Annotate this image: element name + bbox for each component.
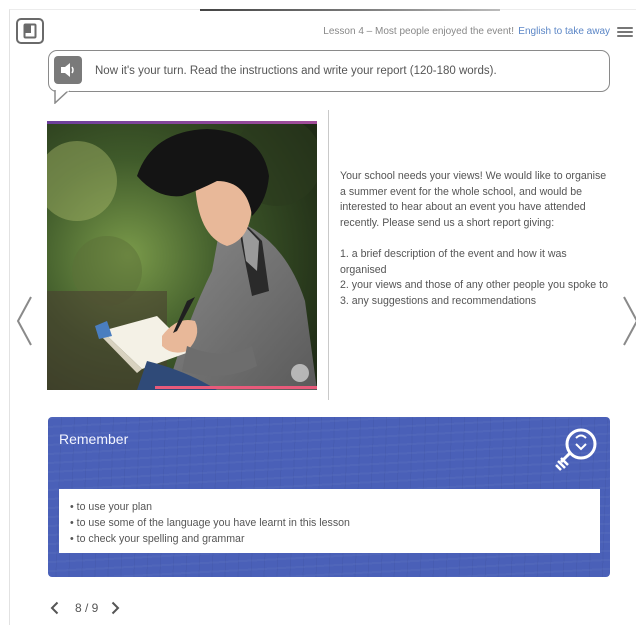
page-count: 8 / 9	[75, 601, 99, 615]
bubble-tail	[54, 90, 70, 104]
task-point-2: 2. your views and those of any other peo…	[340, 279, 608, 292]
chevron-left-icon	[50, 601, 59, 615]
book-icon	[23, 23, 37, 39]
remember-title: Remember	[59, 431, 129, 447]
remember-item: to use your plan	[70, 499, 589, 515]
photo-top-accent	[47, 121, 317, 124]
pager-next-button[interactable]	[111, 601, 120, 615]
top-progress-strip	[200, 9, 500, 11]
task-description: Your school needs your views! We would l…	[340, 169, 612, 309]
chevron-right-icon	[623, 296, 636, 346]
speaker-icon	[61, 63, 74, 77]
task-point-1: 1. a brief description of the event and …	[340, 247, 567, 276]
remember-item: to use some of the language you have lea…	[70, 515, 589, 531]
task-paragraph: Your school needs your views! We would l…	[340, 170, 607, 229]
chevron-left-icon	[16, 296, 32, 346]
remember-panel: Remember to use your plan to use some of…	[48, 417, 610, 577]
instruction-bubble: Now it's your turn. Read the instruction…	[48, 50, 610, 92]
book-button[interactable]	[16, 18, 44, 44]
audio-button[interactable]	[54, 56, 82, 84]
photo-bottom-accent	[155, 386, 317, 389]
chevron-right-icon	[112, 601, 120, 615]
task-point-3: 3. any suggestions and recommendations	[340, 294, 537, 307]
english-to-take-away-link[interactable]: English to take away	[518, 26, 610, 37]
next-page-arrow[interactable]	[622, 295, 636, 352]
pager-previous-button[interactable]	[50, 601, 59, 615]
student-reading-photo	[47, 121, 317, 390]
previous-page-arrow[interactable]	[15, 295, 33, 352]
lightbulb-icon	[555, 428, 597, 471]
remember-list: to use your plan to use some of the lang…	[59, 489, 600, 553]
pager: 8 / 9	[50, 601, 120, 615]
vertical-divider	[328, 110, 329, 400]
lesson-title: Lesson 4 – Most people enjoyed the event…	[323, 26, 514, 37]
hamburger-menu-icon[interactable]	[617, 27, 633, 37]
instruction-text: Now it's your turn. Read the instruction…	[95, 65, 497, 77]
remember-item: to check your spelling and grammar	[70, 531, 589, 547]
